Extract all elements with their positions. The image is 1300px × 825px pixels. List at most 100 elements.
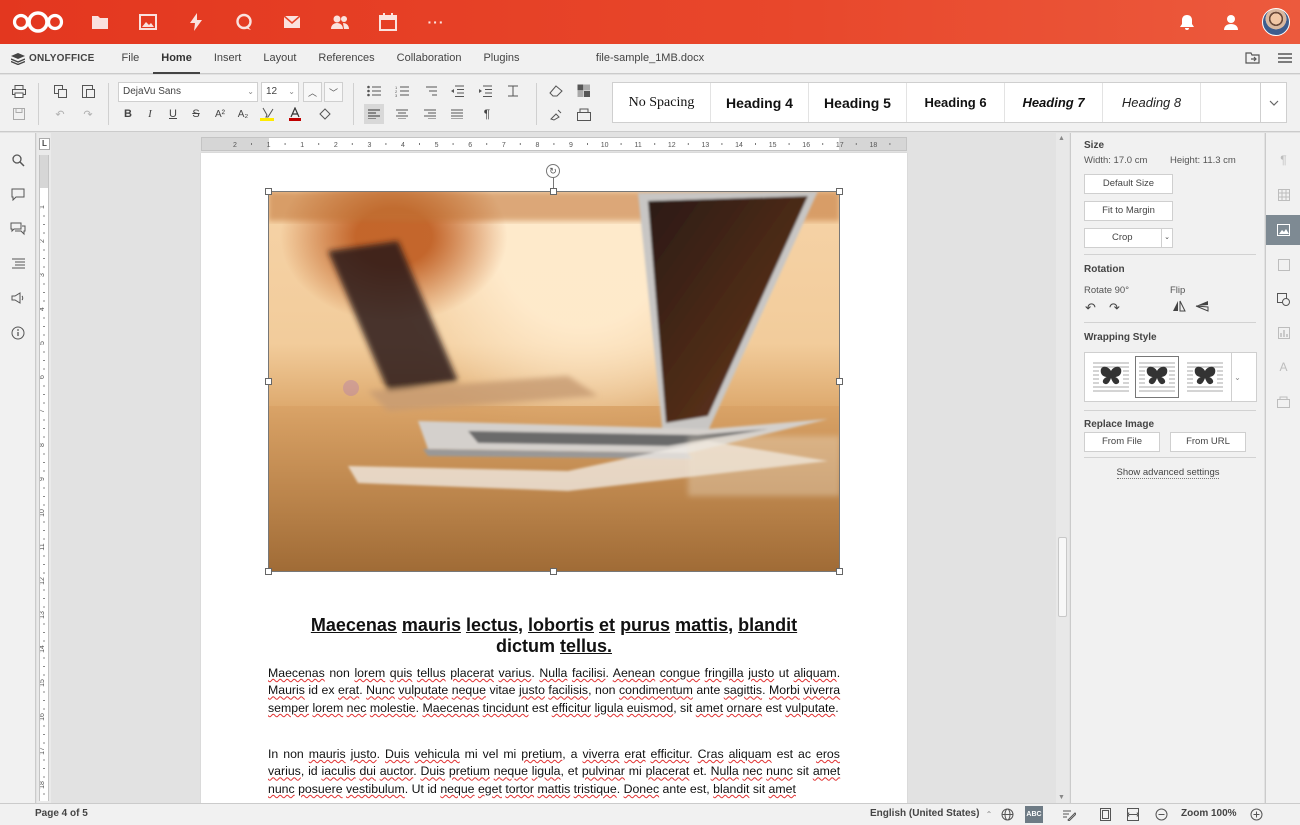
superscript-icon[interactable]: A² bbox=[210, 104, 230, 124]
clear-style-icon[interactable] bbox=[546, 81, 566, 101]
resize-handle-w[interactable] bbox=[265, 378, 272, 385]
increase-font-button[interactable]: ︿ bbox=[303, 82, 322, 102]
mail-merge-icon[interactable] bbox=[574, 104, 594, 124]
chevron-down-icon[interactable] bbox=[1260, 83, 1286, 122]
tab-plugins[interactable]: Plugins bbox=[472, 44, 530, 74]
bullets-icon[interactable] bbox=[364, 81, 384, 101]
zoom-level[interactable]: Zoom 100% bbox=[1181, 808, 1237, 819]
hamburger-menu-icon[interactable] bbox=[1278, 52, 1292, 66]
photos-icon[interactable] bbox=[124, 0, 172, 44]
document-page[interactable]: ↻ Maecenas mauris lectus, lobortis et pu… bbox=[201, 153, 907, 803]
chart-settings-icon[interactable] bbox=[1266, 318, 1300, 348]
tab-stop-selector[interactable]: L bbox=[39, 138, 50, 150]
font-size-select[interactable]: 12 ⌄ bbox=[261, 82, 299, 102]
style-heading-7[interactable]: Heading 7 bbox=[1005, 83, 1103, 122]
fit-to-page-icon[interactable] bbox=[1096, 806, 1114, 823]
tab-collaboration[interactable]: Collaboration bbox=[386, 44, 473, 74]
mail-icon[interactable] bbox=[268, 0, 316, 44]
font-name-select[interactable]: DejaVu Sans ⌄ bbox=[118, 82, 258, 102]
tab-home[interactable]: Home bbox=[150, 44, 203, 74]
save-icon[interactable] bbox=[9, 104, 29, 124]
paste-icon[interactable] bbox=[78, 81, 98, 101]
resize-handle-sw[interactable] bbox=[265, 568, 272, 575]
nonprinting-characters-icon[interactable]: ¶ bbox=[477, 104, 497, 124]
scroll-up-icon[interactable]: ▲ bbox=[1058, 135, 1065, 142]
resize-handle-nw[interactable] bbox=[265, 188, 272, 195]
zoom-in-icon[interactable] bbox=[1247, 806, 1265, 823]
redo-icon[interactable]: ↷ bbox=[78, 104, 98, 124]
about-info-icon[interactable] bbox=[9, 324, 27, 342]
notifications-icon[interactable] bbox=[1174, 9, 1200, 35]
bold-icon[interactable]: B bbox=[118, 104, 138, 124]
more-apps-icon[interactable]: ··· bbox=[412, 0, 460, 44]
document-language-select[interactable]: English (United States) bbox=[870, 808, 979, 819]
numbering-icon[interactable]: 123 bbox=[392, 81, 412, 101]
document-heading[interactable]: Maecenas mauris lectus, lobortis et puru… bbox=[268, 615, 840, 657]
zoom-out-icon[interactable] bbox=[1152, 806, 1170, 823]
horizontal-ruler[interactable]: 2 1 1 2 3 4 5 6 7 8 9 10 11 12 13 14 15 16 17 18 bbox=[201, 137, 907, 151]
flip-vertical-icon[interactable] bbox=[1195, 300, 1209, 315]
fit-to-margin-button[interactable]: Fit to Margin bbox=[1084, 201, 1173, 221]
wrap-square-option[interactable] bbox=[1089, 356, 1133, 398]
spellcheck-icon[interactable]: ABC bbox=[1025, 806, 1043, 823]
color-scheme-icon[interactable] bbox=[574, 81, 594, 101]
tab-insert[interactable]: Insert bbox=[203, 44, 253, 74]
justify-icon[interactable] bbox=[447, 104, 467, 124]
language-globe-icon[interactable] bbox=[998, 806, 1016, 823]
multilevel-list-icon[interactable] bbox=[420, 81, 440, 101]
tab-references[interactable]: References bbox=[307, 44, 385, 74]
align-left-icon[interactable] bbox=[364, 104, 384, 124]
scroll-thumb[interactable] bbox=[1058, 537, 1067, 617]
highlight-color-icon[interactable] bbox=[258, 104, 278, 124]
chat-icon[interactable] bbox=[9, 220, 27, 238]
rotate-handle-icon[interactable]: ↻ bbox=[546, 164, 560, 178]
show-advanced-settings-link[interactable]: Show advanced settings bbox=[1071, 467, 1265, 479]
resize-handle-e[interactable] bbox=[836, 378, 843, 385]
vertical-ruler[interactable]: L 123456789101112131415161718 bbox=[37, 133, 51, 803]
resize-handle-se[interactable] bbox=[836, 568, 843, 575]
image-settings-icon[interactable] bbox=[1266, 215, 1300, 245]
copy-style-icon[interactable] bbox=[546, 104, 566, 124]
line-spacing-icon[interactable] bbox=[503, 81, 523, 101]
align-right-icon[interactable] bbox=[420, 104, 440, 124]
paragraph[interactable]: Maecenas non lorem quis tellus placerat … bbox=[268, 665, 840, 717]
paragraph-settings-icon[interactable]: ¶ bbox=[1266, 145, 1300, 175]
contacts-icon[interactable] bbox=[316, 0, 364, 44]
activity-icon[interactable] bbox=[172, 0, 220, 44]
vertical-scrollbar[interactable]: ▲ ▼ bbox=[1056, 133, 1069, 803]
text-art-settings-icon[interactable]: A bbox=[1266, 352, 1300, 382]
chevron-down-icon[interactable]: ⌄ bbox=[1161, 229, 1172, 247]
replace-from-file-button[interactable]: From File bbox=[1084, 432, 1160, 452]
flip-horizontal-icon[interactable] bbox=[1172, 300, 1186, 315]
rotate-right-icon[interactable]: ↷ bbox=[1109, 300, 1120, 316]
italic-icon[interactable]: I bbox=[140, 104, 160, 124]
chevron-up-icon[interactable]: ⌃ bbox=[980, 806, 998, 823]
style-heading-5[interactable]: Heading 5 bbox=[809, 83, 907, 122]
table-settings-icon[interactable] bbox=[1266, 180, 1300, 210]
calendar-icon[interactable] bbox=[364, 0, 412, 44]
strikethrough-icon[interactable]: S bbox=[186, 104, 206, 124]
files-icon[interactable] bbox=[76, 0, 124, 44]
style-no-spacing[interactable]: No Spacing bbox=[613, 83, 711, 122]
copy-icon[interactable] bbox=[50, 81, 70, 101]
print-icon[interactable] bbox=[9, 81, 29, 101]
contacts-menu-icon[interactable] bbox=[1218, 9, 1244, 35]
decrease-indent-icon[interactable] bbox=[447, 81, 467, 101]
shape-settings-icon[interactable] bbox=[1266, 284, 1300, 314]
align-center-icon[interactable] bbox=[392, 104, 412, 124]
style-heading-4[interactable]: Heading 4 bbox=[711, 83, 809, 122]
font-color-icon[interactable] bbox=[285, 104, 305, 124]
tab-layout[interactable]: Layout bbox=[252, 44, 307, 74]
style-heading-6[interactable]: Heading 6 bbox=[907, 83, 1005, 122]
paragraph[interactable]: In non mauris justo. Duis vehicula mi ve… bbox=[268, 746, 840, 798]
navigation-icon[interactable] bbox=[9, 254, 27, 272]
undo-icon[interactable]: ↶ bbox=[50, 104, 70, 124]
search-icon[interactable] bbox=[9, 151, 27, 169]
laptop-photo[interactable] bbox=[268, 191, 840, 572]
track-changes-icon[interactable] bbox=[1060, 806, 1078, 823]
fit-to-width-icon[interactable] bbox=[1124, 806, 1142, 823]
style-heading-8[interactable]: Heading 8 bbox=[1103, 83, 1201, 122]
feedback-icon[interactable] bbox=[9, 289, 27, 307]
crop-button[interactable]: Crop ⌄ bbox=[1084, 228, 1173, 248]
open-file-location-icon[interactable] bbox=[1245, 51, 1260, 67]
